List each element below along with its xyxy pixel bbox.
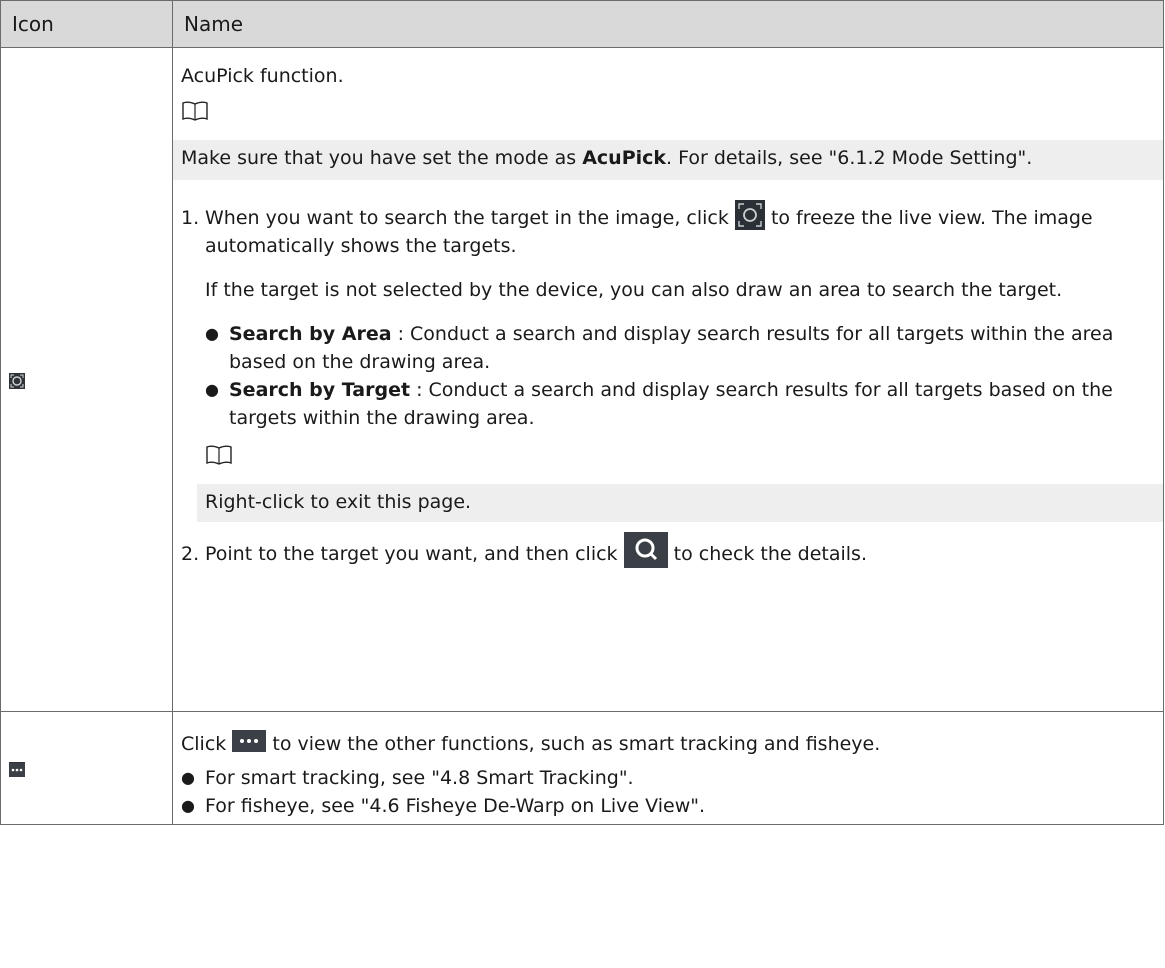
note-icon xyxy=(181,100,1155,130)
more-functions-icon xyxy=(232,729,267,752)
column-header-icon: Icon xyxy=(0,0,173,48)
icon-cell xyxy=(0,711,173,825)
list-item: ● Search by Target : Conduct a search an… xyxy=(205,379,1113,429)
note-box: Right-click to exit this page. xyxy=(197,484,1163,522)
description-cell: AcuPick function. Make sure that you hav… xyxy=(172,47,1164,712)
note-text: Make sure that you have set the mode as … xyxy=(181,147,1033,169)
table-header-row: Icon Name xyxy=(0,0,1164,48)
table-row: Click to view the other functions, such … xyxy=(0,711,1164,825)
search-icon xyxy=(623,531,668,568)
list-item: ● For fisheye, see "4.6 Fisheye De-Warp … xyxy=(181,795,706,817)
step-2: 2. Point to the target you want, and the… xyxy=(181,531,1155,568)
note-icon xyxy=(205,444,1155,474)
icon-cell xyxy=(0,47,173,712)
note-box: Make sure that you have set the mode as … xyxy=(173,140,1163,180)
note-text: Right-click to exit this page. xyxy=(205,491,472,513)
table-row: AcuPick function. Make sure that you hav… xyxy=(0,47,1164,712)
list-item: ● For smart tracking, see "4.8 Smart Tra… xyxy=(181,767,634,789)
intro-text: AcuPick function. xyxy=(181,65,344,87)
freeze-acupick-icon xyxy=(734,199,765,230)
step-1: 1. When you want to search the target in… xyxy=(181,199,1155,304)
more-icon xyxy=(9,762,25,777)
list-item: ● Search by Area : Conduct a search and … xyxy=(205,323,1114,373)
mode-name: AcuPick xyxy=(582,147,667,169)
column-header-name: Name xyxy=(172,0,1164,48)
icon-table: Icon Name AcuPick function. Make sure th… xyxy=(0,0,1164,825)
acupick-icon xyxy=(9,372,25,389)
description-cell: Click to view the other functions, such … xyxy=(172,711,1164,825)
